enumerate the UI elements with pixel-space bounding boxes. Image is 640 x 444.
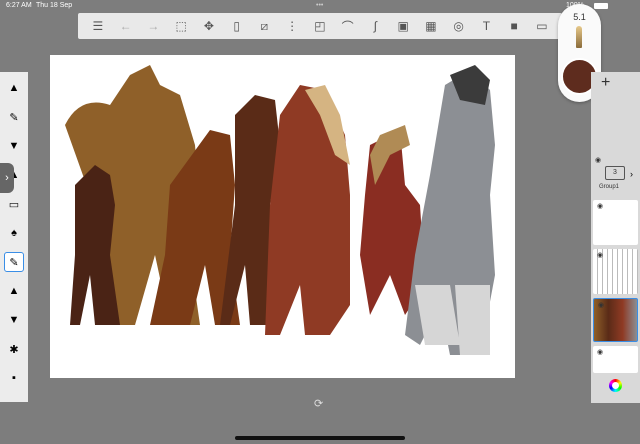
status-bar: 6:27 AM Thu 18 Sep ••• 100% bbox=[0, 0, 640, 12]
brush-preset-7[interactable]: ▲ bbox=[4, 281, 24, 301]
brush-preset-9[interactable]: ✱ bbox=[4, 339, 24, 359]
curve-icon[interactable]: ⌒ bbox=[339, 17, 357, 35]
fill-icon[interactable]: ▯ bbox=[228, 17, 246, 35]
home-indicator bbox=[235, 436, 405, 440]
layers-panel: + ◉ 3 › Group1 ◉ ◉ ◉ ◉ bbox=[591, 72, 640, 403]
perspective-grid-icon[interactable]: ▦ bbox=[422, 17, 440, 35]
eye-icon[interactable]: ◉ bbox=[597, 202, 603, 210]
shape-icon[interactable]: ◰ bbox=[311, 17, 329, 35]
brush-toolbar: ▲✎▼▲▭♠✎▲▼✱▪ bbox=[0, 72, 28, 402]
undo-icon[interactable]: ← bbox=[117, 17, 135, 35]
layers-list-icon[interactable]: ☰ bbox=[89, 17, 107, 35]
group-name: Group1 bbox=[599, 184, 620, 190]
status-date: Thu 18 Sep bbox=[36, 2, 73, 9]
eye-icon[interactable]: ◉ bbox=[597, 251, 603, 259]
expand-panel-handle[interactable]: › bbox=[0, 163, 14, 193]
eye-icon[interactable]: ◉ bbox=[597, 348, 603, 356]
brush-preset-10[interactable]: ▪ bbox=[4, 368, 24, 388]
eye-icon[interactable]: ◉ bbox=[598, 301, 604, 309]
status-time: 6:27 AM bbox=[6, 2, 32, 9]
drawing-canvas[interactable] bbox=[50, 55, 515, 378]
text-icon[interactable]: T bbox=[477, 17, 495, 35]
layer-thumbnail-background[interactable]: ◉ bbox=[593, 346, 638, 373]
lasso-icon[interactable]: ◎ bbox=[450, 17, 468, 35]
stroke-icon[interactable]: ∫ bbox=[366, 17, 384, 35]
brush-preset-5[interactable]: ♠ bbox=[4, 223, 24, 243]
artwork bbox=[65, 65, 495, 355]
layer-thumbnail-markings[interactable]: ◉ bbox=[593, 200, 638, 245]
redo-icon[interactable]: → bbox=[144, 17, 162, 35]
brush-nib-icon bbox=[576, 26, 582, 48]
video-icon[interactable]: ■ bbox=[505, 17, 523, 35]
brush-preset-1[interactable]: ✎ bbox=[4, 107, 24, 127]
brush-preset-6[interactable]: ✎ bbox=[4, 252, 24, 272]
multitask-dots[interactable]: ••• bbox=[316, 2, 323, 9]
symmetry-icon[interactable]: ⋮ bbox=[283, 17, 301, 35]
eraser-icon[interactable]: ⧄ bbox=[255, 17, 273, 35]
move-icon[interactable]: ✥ bbox=[200, 17, 218, 35]
selection-icon[interactable]: ⬚ bbox=[172, 17, 190, 35]
top-toolbar: ☰ ← → ⬚ ✥ ▯ ⧄ ⋮ ◰ ⌒ ∫ ▣ ▦ ◎ T ■ ▭ bbox=[78, 13, 562, 39]
layer-thumbnail-lineart[interactable]: ◉ bbox=[593, 249, 638, 294]
add-layer-button[interactable]: + bbox=[601, 74, 610, 92]
battery-icon bbox=[594, 3, 608, 9]
brush-preset-8[interactable]: ▼ bbox=[4, 310, 24, 330]
brush-size[interactable]: 5.1 bbox=[558, 12, 601, 22]
frame-icon[interactable]: ▭ bbox=[533, 17, 551, 35]
color-wheel-icon[interactable] bbox=[609, 379, 622, 392]
brush-preset-2[interactable]: ▼ bbox=[4, 136, 24, 156]
layer-group-folder[interactable]: 3 bbox=[605, 166, 625, 180]
image-import-icon[interactable]: ▣ bbox=[394, 17, 412, 35]
chevron-right-icon[interactable]: › bbox=[630, 169, 633, 179]
brush-preset-4[interactable]: ▭ bbox=[4, 194, 24, 214]
eye-icon[interactable]: ◉ bbox=[595, 156, 601, 164]
rotate-canvas-icon[interactable]: ⟳ bbox=[314, 397, 323, 410]
layer-thumbnail-colors-selected[interactable]: ◉ bbox=[593, 298, 638, 342]
brush-preset-0[interactable]: ▲ bbox=[4, 78, 24, 98]
